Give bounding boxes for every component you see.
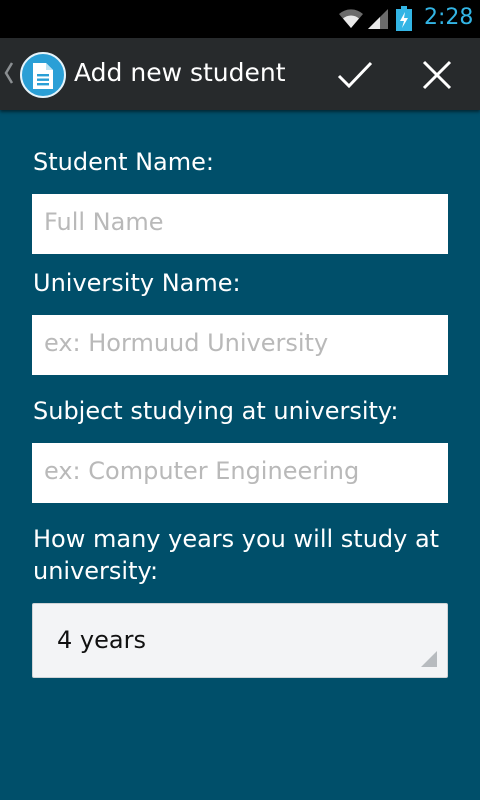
status-bar: 2:28 xyxy=(0,0,480,38)
university-name-placeholder: ex: Hormuud University xyxy=(44,329,329,357)
close-icon xyxy=(422,60,452,90)
years-label-line1: How many years you will study at xyxy=(33,525,440,553)
student-name-input[interactable]: Full Name xyxy=(32,194,448,254)
page-title: Add new student xyxy=(74,58,286,87)
university-name-input[interactable]: ex: Hormuud University xyxy=(32,315,448,375)
document-icon xyxy=(33,63,53,89)
close-button[interactable] xyxy=(404,50,470,100)
subject-input[interactable]: ex: Computer Engineering xyxy=(32,443,448,503)
clock: 2:28 xyxy=(424,5,474,30)
years-spinner[interactable]: 4 years xyxy=(32,603,448,678)
wifi-icon xyxy=(339,9,363,28)
back-caret-icon[interactable] xyxy=(4,60,14,86)
years-label-line2: university: xyxy=(33,557,159,585)
spinner-corner-icon xyxy=(421,651,437,667)
battery-icon xyxy=(396,6,412,31)
subject-placeholder: ex: Computer Engineering xyxy=(44,457,360,485)
action-bar: Add new student xyxy=(0,38,480,110)
checkmark-icon xyxy=(337,61,373,89)
subject-label: Subject studying at university: xyxy=(33,397,399,425)
student-name-label: Student Name: xyxy=(33,148,214,176)
app-icon[interactable] xyxy=(20,52,66,98)
student-name-placeholder: Full Name xyxy=(44,208,164,236)
years-selected-value: 4 years xyxy=(57,626,146,654)
university-name-label: University Name: xyxy=(33,269,241,297)
confirm-button[interactable] xyxy=(322,50,388,100)
signal-icon xyxy=(368,9,388,29)
